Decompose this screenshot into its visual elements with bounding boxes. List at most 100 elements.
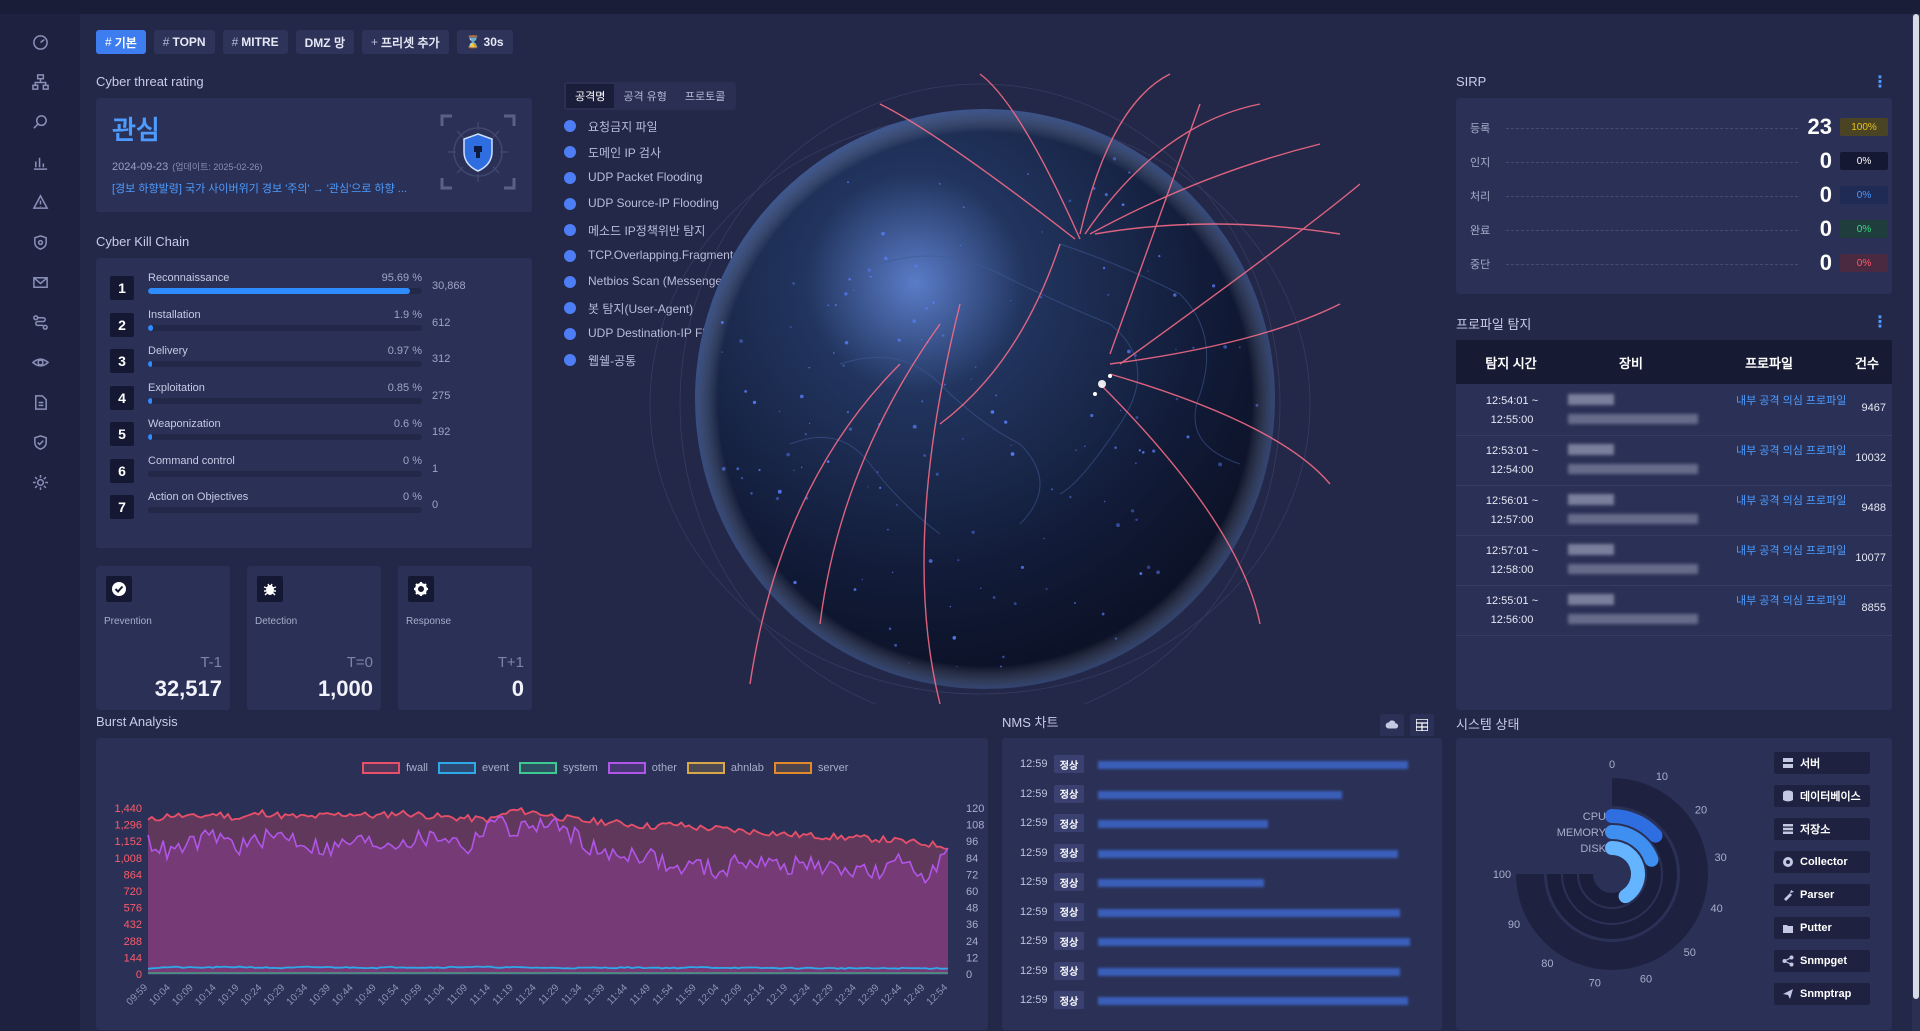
threat-updated: (업데이트: 2025-02-26) [172,162,263,172]
tab-4[interactable]: + 프리셋 추가 [362,30,449,54]
globe-node [848,427,853,431]
warning-nav[interactable] [20,182,60,222]
kill-chain-count: 0 [432,499,439,511]
profile-device-ip-redacted [1568,614,1698,624]
profile-row[interactable]: 12:57:01 ~ 12:58:00 내부 공격 의심 프로파일 10077 [1456,536,1892,586]
eye-nav[interactable] [20,342,60,382]
globe-node [793,580,797,585]
nms-message-redacted [1098,938,1410,946]
globe-node [1135,416,1139,419]
y-axis-left-tick: 1,440 [114,803,142,815]
network-nav[interactable] [20,62,60,102]
nms-row[interactable]: 12:59 정상 [1012,752,1432,781]
kill-chain-count: 192 [432,426,451,438]
gear-icon [414,582,428,596]
globe-node [1192,346,1195,349]
shield-nav[interactable] [20,222,60,262]
x-axis-tick: 11:34 [559,982,584,1007]
grid-icon[interactable] [1410,714,1434,736]
mail-nav[interactable] [20,262,60,302]
threat-globe[interactable] [640,64,1360,704]
profile-more-icon[interactable]: ⋮ [1872,312,1888,332]
profile-link[interactable]: 내부 공격 의심 프로파일 [1736,442,1848,461]
system-item-1[interactable]: 데이터베이스 [1774,785,1870,807]
x-axis-tick: 11:44 [605,982,630,1007]
gauge-label: DISK [1580,843,1606,855]
search-nav[interactable] [20,102,60,142]
route-nav[interactable] [20,302,60,342]
kill-chain-percent: 1.9 % [393,308,422,321]
profile-time: 12:55:01 ~ 12:56:00 [1472,592,1552,630]
nms-time: 12:59 [1020,846,1048,859]
bar-chart-nav[interactable] [20,142,60,182]
sirp-more-icon[interactable]: ⋮ [1872,72,1888,92]
system-item-label: Parser [1800,889,1835,901]
kill-chain-percent: 0.6 % [393,418,422,430]
cloud-icon[interactable] [1380,714,1404,736]
kill-chain-row: 2 Installation 1.9 % 612 [110,307,520,337]
profile-row[interactable]: 12:56:01 ~ 12:57:00 내부 공격 의심 프로파일 9488 [1456,486,1892,536]
system-item-3[interactable]: Collector [1774,851,1870,873]
nms-row[interactable]: 12:59 정상 [1012,782,1432,811]
sirp-label: 완료 [1470,225,1491,237]
system-item-0[interactable]: 서버 [1774,752,1870,774]
nms-row[interactable]: 12:59 정상 [1012,870,1432,899]
gear-nav[interactable] [20,462,60,502]
gauge-tick: 60 [1640,974,1652,986]
globe-node [869,275,872,278]
globe-node [750,492,753,495]
scrollbar[interactable] [1912,14,1920,1031]
kill-chain-percent: 0.85 % [387,381,422,394]
nms-row[interactable]: 12:59 정상 [1012,811,1432,840]
profile-link[interactable]: 내부 공격 의심 프로파일 [1736,492,1848,511]
globe-tab[interactable]: 공격명 [566,84,615,108]
globe-node [884,256,888,261]
nms-row[interactable]: 12:59 정상 [1012,988,1432,1017]
globe-node [1041,231,1044,233]
shield-icon [33,234,47,250]
profile-column-header: 장비 [1619,355,1643,371]
document-nav[interactable] [20,382,60,422]
mail-icon [32,276,48,288]
system-item-5[interactable]: Putter [1774,917,1870,939]
tab-0[interactable]: # 기본 [96,30,146,54]
x-axis-tick: 11:19 [491,982,516,1007]
profile-link[interactable]: 내부 공격 의심 프로파일 [1736,592,1848,611]
tab-2[interactable]: # MITRE [222,30,288,54]
globe-node [952,636,957,640]
system-item-6[interactable]: Snmpget [1774,950,1870,972]
y-axis-left-tick: 288 [124,936,142,948]
profile-row[interactable]: 12:55:01 ~ 12:56:00 내부 공격 의심 프로파일 8855 [1456,586,1892,636]
tab-1[interactable]: # TOPN [153,30,215,54]
dashboard-nav[interactable] [20,22,60,62]
nms-status-badge: 정상 [1054,991,1084,1009]
scrollbar-thumb[interactable] [1913,14,1919,999]
system-item-2[interactable]: 저장소 [1774,818,1870,840]
tab-5[interactable]: ⌛ 30s [456,30,513,54]
burst-chart[interactable]: 1,4401,2961,1521,00886472057643228814401… [96,738,988,1030]
threat-alert-link[interactable]: [경보 하향발령] 국가 사이버위기 경보 '주의' → '관심'으로 하향 .… [112,180,432,196]
x-axis-tick: 10:34 [285,982,311,1008]
nms-row[interactable]: 12:59 정상 [1012,900,1432,929]
tab-3[interactable]: DMZ 망 [295,30,354,54]
system-item-7[interactable]: Snmptrap [1774,983,1870,1005]
x-axis-tick: 10:04 [148,982,174,1008]
system-item-label: 데이터베이스 [1800,791,1861,803]
nms-row[interactable]: 12:59 정상 [1012,959,1432,988]
nms-row[interactable]: 12:59 정상 [1012,929,1432,958]
nms-row[interactable]: 12:59 정상 [1012,841,1432,870]
kill-chain-step-number: 5 [110,422,134,446]
profile-row[interactable]: 12:54:01 ~ 12:55:00 내부 공격 의심 프로파일 9467 [1456,386,1892,436]
globe-node [1186,435,1190,439]
profile-row[interactable]: 12:53:01 ~ 12:54:00 내부 공격 의심 프로파일 10032 [1456,436,1892,486]
shield-check-nav[interactable] [20,422,60,462]
main-dashboard: # 기본 # TOPN # MITRE DMZ 망 + 프리셋 추가 ⌛ 30s Cyber thr… [80,14,1912,1031]
card-value: 0 [511,676,524,701]
y-axis-left-tick: 720 [124,886,142,898]
globe-node [1009,299,1012,302]
profile-link[interactable]: 내부 공격 의심 프로파일 [1736,542,1848,561]
globe-node [1068,199,1072,203]
system-item-4[interactable]: Parser [1774,884,1870,906]
kill-chain-step-name: Exploitation [148,381,205,394]
profile-link[interactable]: 내부 공격 의심 프로파일 [1736,392,1848,411]
